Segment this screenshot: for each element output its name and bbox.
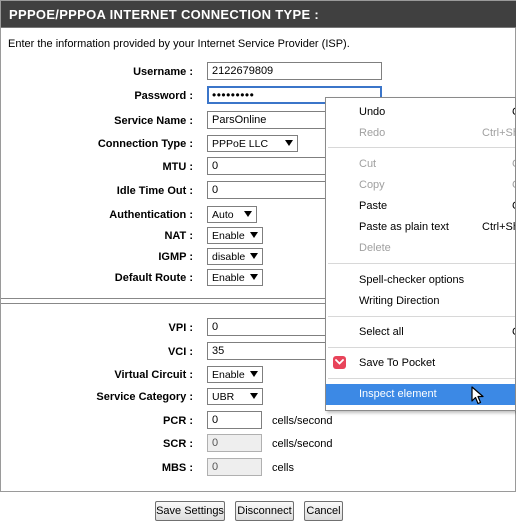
- igmp-value: disable: [212, 251, 246, 263]
- default-route-label: Default Route :: [114, 272, 193, 284]
- menu-shortcut: C: [512, 326, 515, 338]
- virtual-circuit-value: Enable: [212, 369, 245, 381]
- menu-label: Paste: [359, 200, 388, 212]
- pcr-unit: cells/second: [272, 415, 333, 427]
- menu-item-writing-direction[interactable]: Writing Direction: [326, 291, 515, 312]
- menu-item-delete[interactable]: Delete: [326, 238, 515, 259]
- menu-label: Inspect element: [359, 388, 437, 400]
- menu-label: Spell-checker options: [359, 274, 465, 286]
- authentication-value: Auto: [212, 209, 234, 221]
- menu-item-paste-plain-text[interactable]: Paste as plain text Ctrl+Sh: [326, 217, 516, 238]
- disconnect-button[interactable]: Disconnect: [235, 501, 294, 521]
- menu-shortcut: C: [512, 158, 515, 170]
- menu-separator: [328, 147, 515, 148]
- nat-select[interactable]: Enable: [207, 227, 263, 244]
- service-category-value: UBR: [212, 391, 235, 403]
- mouse-pointer-icon: [471, 386, 484, 405]
- pcr-label: PCR :: [163, 415, 193, 427]
- menu-label: Cut: [359, 158, 377, 170]
- authentication-select[interactable]: Auto: [207, 206, 257, 223]
- menu-shortcut: Ctrl+Sh: [482, 127, 516, 139]
- vpi-label: VPI :: [168, 322, 193, 334]
- chevron-down-icon: [250, 253, 258, 259]
- chevron-down-icon: [250, 232, 258, 238]
- menu-label: Copy: [359, 179, 385, 191]
- menu-item-save-to-pocket[interactable]: Save To Pocket: [326, 353, 515, 374]
- igmp-label: IGMP :: [158, 251, 193, 263]
- menu-item-paste[interactable]: Paste C: [326, 196, 515, 217]
- menu-shortcut: C: [512, 200, 515, 212]
- service-name-label: Service Name :: [114, 115, 193, 127]
- nat-label: NAT :: [164, 230, 193, 242]
- cancel-button[interactable]: Cancel: [304, 501, 343, 521]
- pocket-icon: [333, 356, 346, 369]
- chevron-down-icon: [285, 140, 293, 146]
- chevron-down-icon: [250, 274, 258, 280]
- scr-input[interactable]: 0: [207, 434, 262, 452]
- menu-item-redo[interactable]: Redo Ctrl+Sh: [326, 123, 516, 144]
- virtual-circuit-label: Virtual Circuit :: [114, 369, 193, 381]
- username-input[interactable]: 2122679809: [207, 62, 382, 80]
- menu-shortcut: C: [512, 179, 515, 191]
- username-label: Username :: [133, 66, 193, 78]
- menu-item-cut[interactable]: Cut C: [326, 154, 515, 175]
- menu-separator: [328, 378, 515, 379]
- section-title: PPPOE/PPPOA INTERNET CONNECTION TYPE :: [1, 1, 516, 28]
- save-settings-button[interactable]: Save Settings: [155, 501, 225, 521]
- menu-item-select-all[interactable]: Select all C: [326, 322, 515, 343]
- chevron-down-icon: [244, 211, 252, 217]
- menu-label: Paste as plain text: [359, 221, 449, 233]
- menu-item-undo[interactable]: Undo C: [326, 102, 515, 123]
- password-label: Password :: [134, 90, 193, 102]
- mbs-label: MBS :: [161, 462, 193, 474]
- scr-unit: cells/second: [272, 438, 333, 450]
- menu-item-spell-checker[interactable]: Spell-checker options: [326, 270, 515, 291]
- menu-label: Select all: [359, 326, 404, 338]
- menu-shortcut: Ctrl+Sh: [482, 221, 516, 233]
- scr-label: SCR :: [163, 438, 193, 450]
- connection-type-value: PPPoE LLC: [212, 138, 269, 150]
- mbs-unit: cells: [272, 462, 295, 474]
- idle-time-out-label: Idle Time Out :: [116, 185, 193, 197]
- mtu-label: MTU :: [162, 161, 193, 173]
- menu-shortcut: C: [512, 106, 515, 118]
- vci-label: VCI :: [167, 346, 193, 358]
- mbs-input[interactable]: 0: [207, 458, 262, 476]
- pcr-input[interactable]: 0: [207, 411, 262, 429]
- service-category-label: Service Category :: [96, 391, 193, 403]
- connection-type-select[interactable]: PPPoE LLC: [207, 135, 298, 152]
- default-route-select[interactable]: Enable: [207, 269, 263, 286]
- service-category-select[interactable]: UBR: [207, 388, 263, 405]
- igmp-select[interactable]: disable: [207, 248, 263, 265]
- chevron-down-icon: [250, 371, 258, 377]
- nat-value: Enable: [212, 230, 245, 242]
- connection-type-label: Connection Type :: [97, 138, 193, 150]
- chevron-down-icon: [250, 393, 258, 399]
- intro-text: Enter the information provided by your I…: [8, 38, 350, 50]
- menu-label: Delete: [359, 242, 391, 254]
- context-menu: Undo C Redo Ctrl+Sh Cut C Copy C Paste C…: [325, 97, 516, 411]
- default-route-value: Enable: [212, 272, 245, 284]
- authentication-label: Authentication :: [109, 209, 193, 221]
- menu-item-copy[interactable]: Copy C: [326, 175, 515, 196]
- menu-separator: [328, 347, 515, 348]
- menu-label: Writing Direction: [359, 295, 440, 307]
- menu-separator: [328, 316, 515, 317]
- menu-item-inspect-element[interactable]: Inspect element: [326, 384, 515, 405]
- virtual-circuit-select[interactable]: Enable: [207, 366, 263, 383]
- menu-label: Undo: [359, 106, 386, 118]
- menu-label: Save To Pocket: [359, 357, 436, 369]
- menu-label: Redo: [359, 127, 386, 139]
- menu-separator: [328, 263, 515, 264]
